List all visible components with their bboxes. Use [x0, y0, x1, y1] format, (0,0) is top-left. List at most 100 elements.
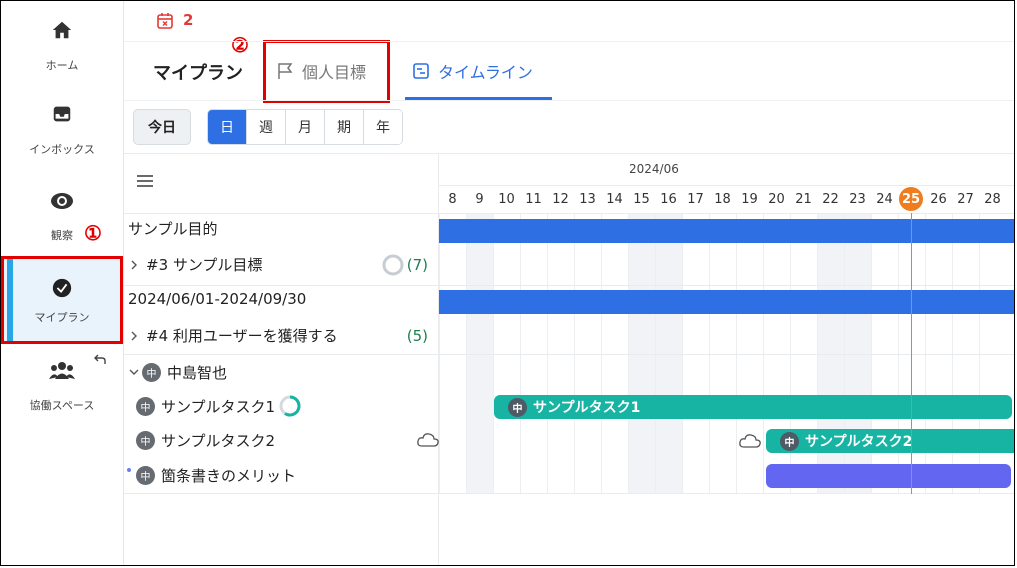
- task-label: サンプルタスク1: [161, 397, 276, 416]
- member-name: 中島智也: [167, 363, 228, 382]
- progress-ring-icon: [279, 395, 301, 417]
- today-line: [911, 213, 912, 494]
- today-marker: 25: [899, 187, 923, 211]
- sidebar-item-collab[interactable]: 協働スペース: [1, 345, 123, 425]
- calendar-alert[interactable]: 2: [157, 11, 193, 29]
- period-row: 2024/06/01-2024/09/30: [128, 290, 442, 308]
- cloud-icon: [739, 434, 761, 448]
- goal-item-label: #3 サンプル目標: [146, 256, 263, 274]
- period-label: 2024/06/01-2024/09/30: [128, 290, 307, 308]
- scale-year-button[interactable]: 年: [363, 110, 402, 144]
- toolbar: 今日 日 週 月 期 年: [124, 101, 1014, 154]
- page-title: マイプラン: [153, 63, 243, 84]
- day-label: 24: [876, 192, 893, 207]
- calendar-count: 2: [183, 11, 194, 29]
- task-bar[interactable]: [766, 464, 1011, 488]
- target-item-row[interactable]: #4 利用ユーザーを獲得する (5): [128, 325, 442, 346]
- day-label: 28: [984, 192, 1001, 207]
- sidebar-item-home[interactable]: ホーム: [1, 1, 123, 81]
- day-label: 17: [687, 192, 704, 207]
- day-label: 16: [660, 192, 677, 207]
- goal-title-row: サンプル目的: [128, 218, 442, 239]
- day-label: 14: [606, 192, 623, 207]
- day-label: 13: [579, 192, 596, 207]
- task-label: サンプルタスク2: [161, 431, 276, 450]
- cloud-icon: [417, 433, 439, 447]
- chevron-right-icon[interactable]: [128, 330, 140, 342]
- chevron-down-icon[interactable]: [128, 366, 140, 378]
- undo-icon[interactable]: [93, 353, 107, 365]
- flag-icon: [278, 63, 293, 79]
- goal-count: (7): [406, 255, 428, 274]
- annotation-mark-1: ①: [84, 221, 102, 245]
- goal-bar[interactable]: [439, 219, 1014, 243]
- sidebar-item-inbox[interactable]: インボックス: [1, 85, 123, 165]
- task-bar[interactable]: 中 サンプルタスク1: [494, 395, 1012, 419]
- day-label: 8: [448, 192, 457, 207]
- day-label: 9: [475, 192, 484, 207]
- active-tab-indicator: [405, 97, 552, 100]
- day-label: 23: [849, 192, 866, 207]
- task-row[interactable]: 中 サンプルタスク1: [136, 394, 450, 418]
- tab-timeline[interactable]: タイムライン: [412, 42, 533, 100]
- sidebar-item-label: 協働スペース: [29, 399, 95, 412]
- task-bar-label: サンプルタスク1: [533, 400, 641, 416]
- scale-quarter-button[interactable]: 期: [324, 110, 363, 144]
- target-count: (5): [406, 326, 428, 345]
- scale-month-button[interactable]: 月: [285, 110, 324, 144]
- day-label: 22: [822, 192, 839, 207]
- today-button[interactable]: 今日: [133, 109, 191, 145]
- goal-item-row[interactable]: #3 サンプル目標 (7): [128, 254, 442, 275]
- inbox-icon: [53, 106, 71, 122]
- list-header: [124, 154, 438, 214]
- goal-title: サンプル目的: [128, 220, 218, 238]
- tab-label: タイムライン: [438, 63, 533, 82]
- highlight-myplan: [1, 256, 123, 344]
- day-label: 18: [714, 192, 731, 207]
- menu-icon[interactable]: [137, 174, 153, 188]
- avatar: 中: [142, 362, 161, 382]
- tab-personal-goal[interactable]: 個人目標: [276, 42, 366, 100]
- day-label: 19: [741, 192, 758, 207]
- tab-label: 個人目標: [302, 63, 367, 82]
- avatar: 中: [136, 465, 155, 485]
- avatar: 中: [508, 397, 527, 417]
- avatar: 中: [136, 396, 155, 416]
- period-bar[interactable]: [439, 290, 1014, 314]
- progress-ring-icon: [382, 254, 404, 275]
- page-header: マイプラン 個人目標 タイムライン: [124, 42, 1014, 101]
- scale-selector: 日 週 月 期 年: [207, 109, 403, 145]
- avatar: 中: [136, 430, 155, 450]
- task-bar[interactable]: 中 サンプルタスク2: [766, 429, 1014, 453]
- sidebar-item-label: ホーム: [45, 59, 79, 72]
- avatar: 中: [780, 431, 799, 451]
- day-label: 11: [525, 192, 542, 207]
- day-label: 27: [957, 192, 974, 207]
- group-icon: [49, 362, 75, 379]
- calendar-x-icon: [157, 12, 173, 29]
- home-icon: [52, 21, 72, 39]
- sidebar-item-observe[interactable]: 観察: [1, 169, 123, 249]
- target-item-label: #4 利用ユーザーを獲得する: [146, 327, 338, 345]
- scale-day-button[interactable]: 日: [208, 110, 246, 144]
- day-label: 21: [795, 192, 812, 207]
- member-row[interactable]: 中 中島智也: [128, 360, 442, 384]
- scale-week-button[interactable]: 週: [246, 110, 285, 144]
- chevron-right-icon[interactable]: [128, 259, 140, 271]
- timeline-chart: 2024/06 中 サンプルタスク1 中 サンプルタスク2 8 9 10 11 12 13…: [439, 154, 1014, 494]
- task-row[interactable]: 中 サンプルタスク2: [136, 428, 450, 452]
- task-label: 箇条書きのメリット: [161, 466, 297, 485]
- day-label: 15: [633, 192, 650, 207]
- day-label: 26: [930, 192, 947, 207]
- timeline-icon: [413, 63, 429, 79]
- day-label: 10: [498, 192, 515, 207]
- top-bar: 2: [124, 1, 1014, 42]
- task-row[interactable]: 中 箇条書きのメリット: [127, 463, 441, 487]
- sidebar-item-label: インボックス: [29, 143, 95, 156]
- month-label: 2024/06: [629, 162, 679, 176]
- plan-list: サンプル目的 #3 サンプル目標 (7) 2024/06/01-2024/09/…: [124, 154, 439, 566]
- eye-icon: [51, 193, 73, 209]
- day-label: 20: [768, 192, 785, 207]
- sidebar-item-label: 観察: [51, 229, 73, 242]
- task-bar-label: サンプルタスク2: [805, 434, 913, 450]
